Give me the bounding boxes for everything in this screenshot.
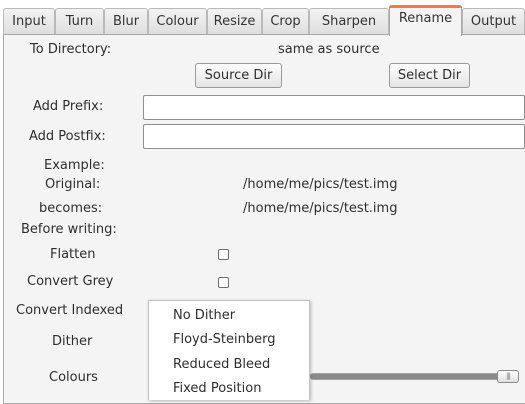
dither-option-fixed-position[interactable]: Fixed Position: [173, 381, 261, 396]
tab-blur[interactable]: Blur: [104, 8, 148, 34]
to-directory-label: To Directory:: [30, 42, 112, 57]
original-label: Original:: [45, 177, 101, 192]
dither-dropdown-menu: No Dither Floyd-Steinberg Reduced Bleed …: [148, 300, 310, 400]
tab-bar: Input Turn Blur Colour Resize Crop Sharp…: [3, 5, 525, 36]
tab-input[interactable]: Input: [3, 8, 55, 34]
convert-grey-checkbox[interactable]: [218, 277, 229, 288]
add-postfix-input[interactable]: [143, 124, 525, 149]
add-prefix-label: Add Prefix:: [33, 99, 104, 114]
source-dir-button[interactable]: Source Dir: [195, 63, 282, 88]
dither-option-reduced-bleed[interactable]: Reduced Bleed: [173, 357, 270, 372]
colours-slider-handle[interactable]: |||: [497, 370, 519, 383]
tab-sharpen[interactable]: Sharpen: [309, 8, 389, 34]
becomes-label: becomes:: [39, 201, 103, 216]
tab-rename[interactable]: Rename: [389, 5, 462, 36]
tab-crop[interactable]: Crop: [262, 8, 309, 34]
colours-slider-trough[interactable]: [310, 373, 518, 380]
becomes-path: /home/me/pics/test.img: [243, 201, 398, 216]
tab-colour[interactable]: Colour: [148, 8, 207, 34]
dither-option-floyd-steinberg[interactable]: Floyd-Steinberg: [173, 332, 276, 347]
tab-turn[interactable]: Turn: [55, 8, 104, 34]
to-directory-value: same as source: [278, 42, 380, 57]
flatten-label: Flatten: [50, 247, 96, 262]
image-tool-window: Input Turn Blur Colour Resize Crop Sharp…: [0, 0, 525, 404]
select-dir-button[interactable]: Select Dir: [389, 63, 470, 88]
dither-option-no-dither[interactable]: No Dither: [173, 308, 235, 323]
tab-resize[interactable]: Resize: [207, 8, 262, 34]
add-prefix-input[interactable]: [143, 95, 525, 120]
flatten-checkbox[interactable]: [218, 249, 229, 260]
before-writing-heading: Before writing:: [21, 222, 117, 237]
convert-indexed-label: Convert Indexed: [16, 303, 124, 318]
tab-output[interactable]: Output: [462, 8, 525, 34]
colours-label: Colours: [49, 370, 98, 385]
example-label: Example:: [44, 158, 105, 173]
dither-label: Dither: [52, 334, 93, 349]
add-postfix-label: Add Postfix:: [29, 129, 106, 144]
colours-slider-fill: [311, 374, 517, 379]
convert-grey-label: Convert Grey: [27, 274, 114, 289]
original-path: /home/me/pics/test.img: [243, 177, 398, 192]
